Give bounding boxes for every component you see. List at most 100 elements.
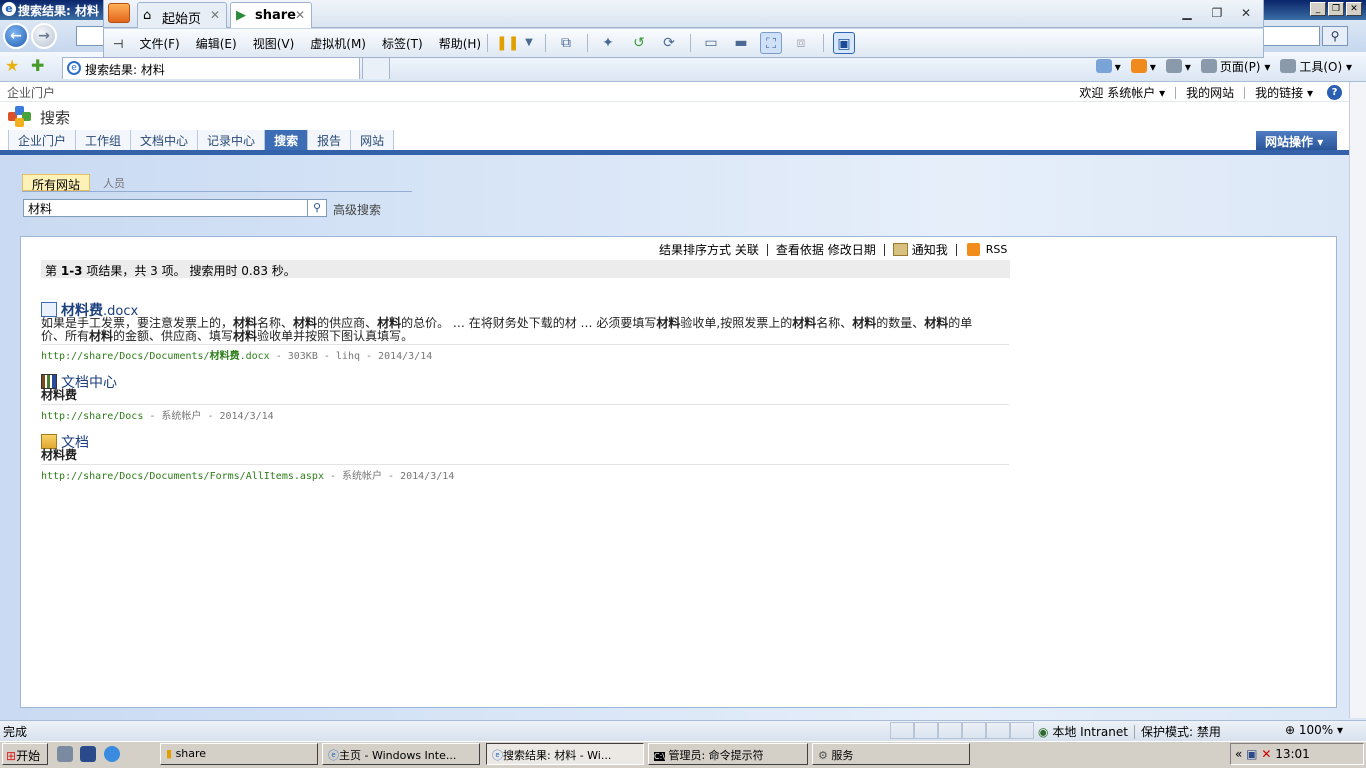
- unity-icon[interactable]: ⧈: [790, 32, 812, 54]
- rss-link[interactable]: RSS: [986, 243, 1008, 256]
- minimize-button[interactable]: _: [1310, 2, 1326, 16]
- site-actions-menu[interactable]: 网站操作 ▾: [1256, 131, 1337, 150]
- menu-tabs[interactable]: 标签(T): [382, 35, 423, 52]
- my-site-link[interactable]: 我的网站: [1186, 84, 1234, 101]
- server-manager-icon[interactable]: [57, 746, 73, 762]
- status-cell: [986, 722, 1010, 739]
- pause-icon[interactable]: ❚❚: [496, 32, 519, 54]
- chevron-down-icon[interactable]: ▼: [518, 32, 540, 54]
- close-icon[interactable]: ✕: [210, 8, 220, 22]
- page-menu[interactable]: 页面(P) ▾: [1200, 58, 1270, 75]
- network-icon[interactable]: ▣: [1246, 747, 1257, 761]
- result-url[interactable]: http://share/Docs - 系统帐户 - 2014/3/14: [41, 407, 274, 422]
- rss-icon: [966, 243, 980, 256]
- desktop-icon[interactable]: [80, 746, 96, 762]
- ie-search-input[interactable]: [1262, 26, 1320, 46]
- taskbar-button-ie-search[interactable]: ⓔ搜索结果: 材料 - Wi...: [486, 743, 644, 765]
- tab-document-center[interactable]: 文档中心: [131, 130, 199, 150]
- vm-restore-button[interactable]: ❐: [1210, 6, 1224, 20]
- taskbar-button-services[interactable]: ⚙ 服务: [812, 743, 970, 765]
- close-icon[interactable]: ✕: [295, 8, 305, 22]
- search-icon[interactable]: ⚲: [1322, 26, 1348, 46]
- result-snippet: 材料费: [41, 388, 78, 402]
- help-icon[interactable]: ?: [1327, 85, 1342, 100]
- menu-edit[interactable]: 编辑(E): [196, 35, 237, 52]
- vm-logo-icon[interactable]: [108, 3, 130, 23]
- tab-workgroup[interactable]: 工作组: [76, 130, 132, 150]
- taskbar-button-cmd[interactable]: C:\ 管理员: 命令提示符: [648, 743, 808, 765]
- taskbar-button-ie-home[interactable]: ⓔ主页 - Windows Inte...: [322, 743, 480, 765]
- rss-icon: [1130, 59, 1147, 73]
- vertical-scrollbar[interactable]: [1349, 82, 1366, 718]
- console-view-icon[interactable]: ▣: [833, 32, 855, 54]
- status-cell: [962, 722, 986, 739]
- gear-icon: [1280, 59, 1297, 73]
- search-input[interactable]: [23, 199, 308, 217]
- library-icon: [41, 374, 57, 389]
- tab-search[interactable]: 搜索: [265, 130, 309, 150]
- ie-tab-search-results[interactable]: e 搜索结果: 材料: [62, 57, 360, 79]
- taskbar-button-share[interactable]: ▮ share: [160, 743, 318, 765]
- sidebar-toggle-icon[interactable]: ▭: [700, 32, 722, 54]
- result-divider: [41, 344, 1009, 345]
- menu-help[interactable]: 帮助(H): [439, 35, 481, 52]
- snapshot-manager-icon[interactable]: ⟳: [658, 32, 680, 54]
- vm-pin-icon[interactable]: ⊣: [113, 37, 123, 51]
- user-menu[interactable]: 系统帐户 ▾: [1107, 84, 1165, 101]
- search-go-icon[interactable]: ⚲: [308, 199, 327, 217]
- result-url[interactable]: http://share/Docs/Documents/Forms/AllIte…: [41, 467, 454, 482]
- network-icon[interactable]: ⧉: [555, 32, 577, 54]
- menu-file[interactable]: 文件(F): [139, 35, 179, 52]
- favorites-star-icon[interactable]: ★: [5, 56, 19, 75]
- alert-me-link[interactable]: 通知我: [912, 241, 948, 258]
- volume-muted-icon[interactable]: ✕: [1261, 747, 1271, 761]
- advanced-search-link[interactable]: 高级搜索: [333, 201, 381, 218]
- tray-chevron-icon[interactable]: «: [1235, 747, 1242, 761]
- tab-records-center[interactable]: 记录中心: [198, 130, 266, 150]
- scope-people[interactable]: 人员: [103, 175, 125, 191]
- security-zone[interactable]: ◉ 本地 Intranet 保护模式: 禁用: [1038, 723, 1221, 740]
- ie-quicklaunch-icon[interactable]: [104, 746, 120, 762]
- restore-button[interactable]: ❐: [1328, 2, 1344, 16]
- ie-icon: ⓔ: [328, 749, 339, 762]
- vm-tab-share[interactable]: ▶ share ✕: [230, 2, 312, 28]
- forward-button[interactable]: →: [31, 23, 57, 49]
- thumbnail-icon[interactable]: ▬: [730, 32, 752, 54]
- sp-breadcrumb[interactable]: 企业门户: [7, 84, 55, 101]
- my-links-menu[interactable]: 我的链接 ▾: [1255, 84, 1313, 101]
- result-stats: 第 1-3 项结果，共 3 项。 搜索用时 0.83 秒。: [41, 260, 1010, 278]
- home-icon: [1095, 59, 1112, 73]
- vm-tab-home[interactable]: ⌂ 起始页 ✕: [137, 2, 227, 28]
- home-button[interactable]: ▾: [1095, 59, 1121, 74]
- sort-label: 结果排序方式: [659, 243, 732, 257]
- add-favorites-icon[interactable]: ✚: [31, 56, 44, 75]
- new-tab-button[interactable]: [362, 57, 390, 79]
- result-url[interactable]: http://share/Docs/Documents/材料费.docx - 3…: [41, 347, 432, 362]
- vm-close-button[interactable]: ✕: [1239, 6, 1253, 20]
- snapshot-icon[interactable]: ✦: [597, 32, 619, 54]
- tab-reports[interactable]: 报告: [308, 130, 352, 150]
- menu-view[interactable]: 视图(V): [253, 35, 295, 52]
- start-button[interactable]: ⊞开始: [2, 743, 48, 765]
- tab-portal[interactable]: 企业门户: [9, 130, 77, 150]
- vm-icon: ▶: [236, 8, 246, 23]
- back-button[interactable]: ←: [3, 23, 29, 49]
- sp-user-links: 欢迎 系统帐户 ▾ 我的网站 我的链接 ▾ ?: [1079, 84, 1342, 101]
- tools-menu[interactable]: 工具(O) ▾: [1280, 58, 1352, 75]
- tab-sites[interactable]: 网站: [351, 130, 395, 150]
- clock[interactable]: 13:01: [1275, 747, 1310, 761]
- address-bar[interactable]: [76, 26, 106, 46]
- print-button[interactable]: ▾: [1165, 59, 1191, 74]
- menu-vm[interactable]: 虚拟机(M): [310, 35, 366, 52]
- scope-all-sites[interactable]: 所有网站: [22, 174, 91, 192]
- feeds-button[interactable]: ▾: [1130, 59, 1156, 74]
- globe-icon: ◉: [1038, 725, 1049, 739]
- fullscreen-icon[interactable]: ⛶: [760, 32, 782, 54]
- vm-minimize-button[interactable]: ▁: [1180, 6, 1194, 20]
- zoom-level[interactable]: ⊕ 100% ▾: [1285, 723, 1343, 737]
- close-button[interactable]: ✕: [1346, 2, 1362, 16]
- revert-icon[interactable]: ↺: [628, 32, 650, 54]
- zoom-icon: ⊕: [1285, 723, 1296, 737]
- ie-tab-label: 搜索结果: 材料: [85, 63, 165, 77]
- sort-modified-date-link[interactable]: 修改日期: [828, 241, 876, 258]
